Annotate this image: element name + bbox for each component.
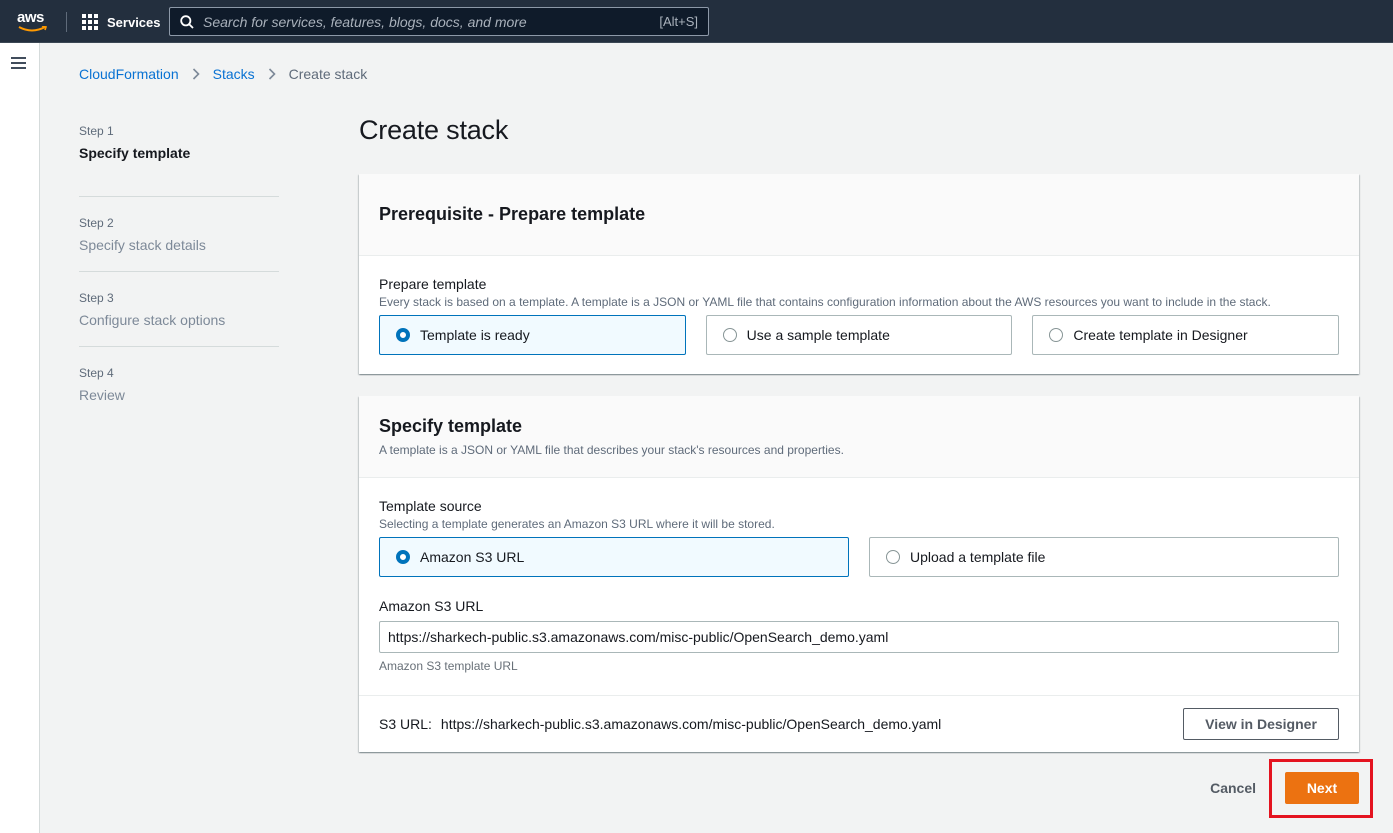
template-source-label: Template source bbox=[379, 498, 482, 514]
step-title: Review bbox=[79, 387, 125, 403]
wizard-step-1[interactable]: Step 1 Specify template bbox=[79, 122, 279, 197]
aws-logo[interactable]: aws bbox=[16, 9, 50, 33]
tile-label: Use a sample template bbox=[746, 327, 890, 343]
aws-logo-text: aws bbox=[17, 9, 44, 26]
specify-template-container: Specify template A template is a JSON or… bbox=[359, 396, 1359, 752]
prerequisite-heading: Prerequisite - Prepare template bbox=[379, 204, 646, 224]
tile-create-in-designer[interactable]: Create template in Designer bbox=[1032, 315, 1340, 355]
top-navigation: aws Services [Alt+S] bbox=[0, 0, 1393, 43]
aws-smile-icon bbox=[18, 26, 48, 32]
services-grid-icon bbox=[82, 14, 98, 30]
step-number: Step 2 bbox=[79, 216, 114, 230]
step-number: Step 4 bbox=[79, 366, 114, 380]
wizard-step-4: Step 4 Review bbox=[79, 347, 279, 422]
step-title: Configure stack options bbox=[79, 312, 226, 328]
container-body: Template source Selecting a template gen… bbox=[359, 478, 1359, 673]
search-shortcut: [Alt+S] bbox=[659, 14, 698, 29]
tile-upload-template-file[interactable]: Upload a template file bbox=[869, 537, 1339, 577]
breadcrumb-cloudformation[interactable]: CloudFormation bbox=[79, 66, 179, 82]
container-header: Prerequisite - Prepare template bbox=[359, 174, 1359, 256]
page-title: Create stack bbox=[359, 115, 509, 145]
s3-url-summary-label: S3 URL: bbox=[379, 716, 432, 732]
tile-amazon-s3-url[interactable]: Amazon S3 URL bbox=[379, 537, 849, 577]
services-menu-button[interactable]: Services bbox=[82, 12, 161, 32]
tile-label: Template is ready bbox=[420, 327, 530, 343]
template-source-tiles: Amazon S3 URL Upload a template file bbox=[379, 537, 1339, 577]
s3-url-footer: S3 URL: https://sharkech-public.s3.amazo… bbox=[359, 695, 1359, 752]
breadcrumb-stacks[interactable]: Stacks bbox=[213, 66, 255, 82]
side-rail bbox=[0, 43, 40, 833]
specify-template-description: A template is a JSON or YAML file that d… bbox=[379, 443, 844, 457]
breadcrumb-current: Create stack bbox=[288, 66, 368, 82]
wizard-steps: Step 1 Specify template Step 2 Specify s… bbox=[79, 122, 279, 422]
step-number: Step 1 bbox=[79, 124, 114, 138]
tile-label: Upload a template file bbox=[910, 549, 1046, 565]
radio-icon[interactable] bbox=[886, 550, 900, 564]
s3-url-input[interactable] bbox=[379, 621, 1339, 653]
menu-toggle-icon[interactable] bbox=[11, 57, 26, 69]
prepare-template-description: Every stack is based on a template. A te… bbox=[379, 295, 1271, 309]
chevron-right-icon bbox=[192, 68, 200, 80]
step-title: Specify stack details bbox=[79, 237, 206, 253]
radio-icon[interactable] bbox=[722, 328, 737, 342]
prerequisite-container: Prerequisite - Prepare template Prepare … bbox=[359, 174, 1359, 374]
radio-selected-icon[interactable] bbox=[396, 550, 410, 564]
radio-selected-icon[interactable] bbox=[396, 328, 410, 342]
step-number: Step 3 bbox=[79, 291, 114, 305]
s3-url-field-label: Amazon S3 URL bbox=[379, 598, 484, 614]
container-body: Prepare template Every stack is based on… bbox=[359, 256, 1359, 355]
wizard-step-2: Step 2 Specify stack details bbox=[79, 197, 279, 272]
wizard-step-3: Step 3 Configure stack options bbox=[79, 272, 279, 347]
view-in-designer-button[interactable]: View in Designer bbox=[1183, 708, 1339, 740]
cancel-button[interactable]: Cancel bbox=[1210, 780, 1256, 796]
tile-label: Create template in Designer bbox=[1073, 327, 1248, 343]
s3-url-help-text: Amazon S3 template URL bbox=[379, 659, 518, 673]
step-title: Specify template bbox=[79, 145, 191, 161]
container-header: Specify template A template is a JSON or… bbox=[359, 396, 1359, 478]
prepare-template-tiles: Template is ready Use a sample template … bbox=[379, 315, 1340, 355]
tile-template-is-ready[interactable]: Template is ready bbox=[379, 315, 686, 355]
radio-icon[interactable] bbox=[1049, 328, 1064, 342]
nav-divider bbox=[66, 12, 67, 32]
s3-url-summary-value: https://sharkech-public.s3.amazonaws.com… bbox=[440, 716, 942, 732]
prepare-template-label: Prepare template bbox=[379, 276, 487, 292]
search-input[interactable] bbox=[203, 13, 660, 30]
next-button-highlight-box bbox=[1269, 759, 1373, 818]
template-source-description: Selecting a template generates an Amazon… bbox=[379, 517, 775, 531]
chevron-right-icon bbox=[268, 68, 276, 80]
specify-template-heading: Specify template bbox=[379, 416, 523, 436]
tile-use-sample-template[interactable]: Use a sample template bbox=[705, 315, 1013, 355]
tile-label: Amazon S3 URL bbox=[420, 549, 525, 565]
services-label: Services bbox=[107, 14, 161, 30]
global-search[interactable]: [Alt+S] bbox=[169, 7, 709, 36]
search-icon bbox=[180, 14, 194, 29]
breadcrumb: CloudFormation Stacks Create stack bbox=[79, 65, 367, 83]
